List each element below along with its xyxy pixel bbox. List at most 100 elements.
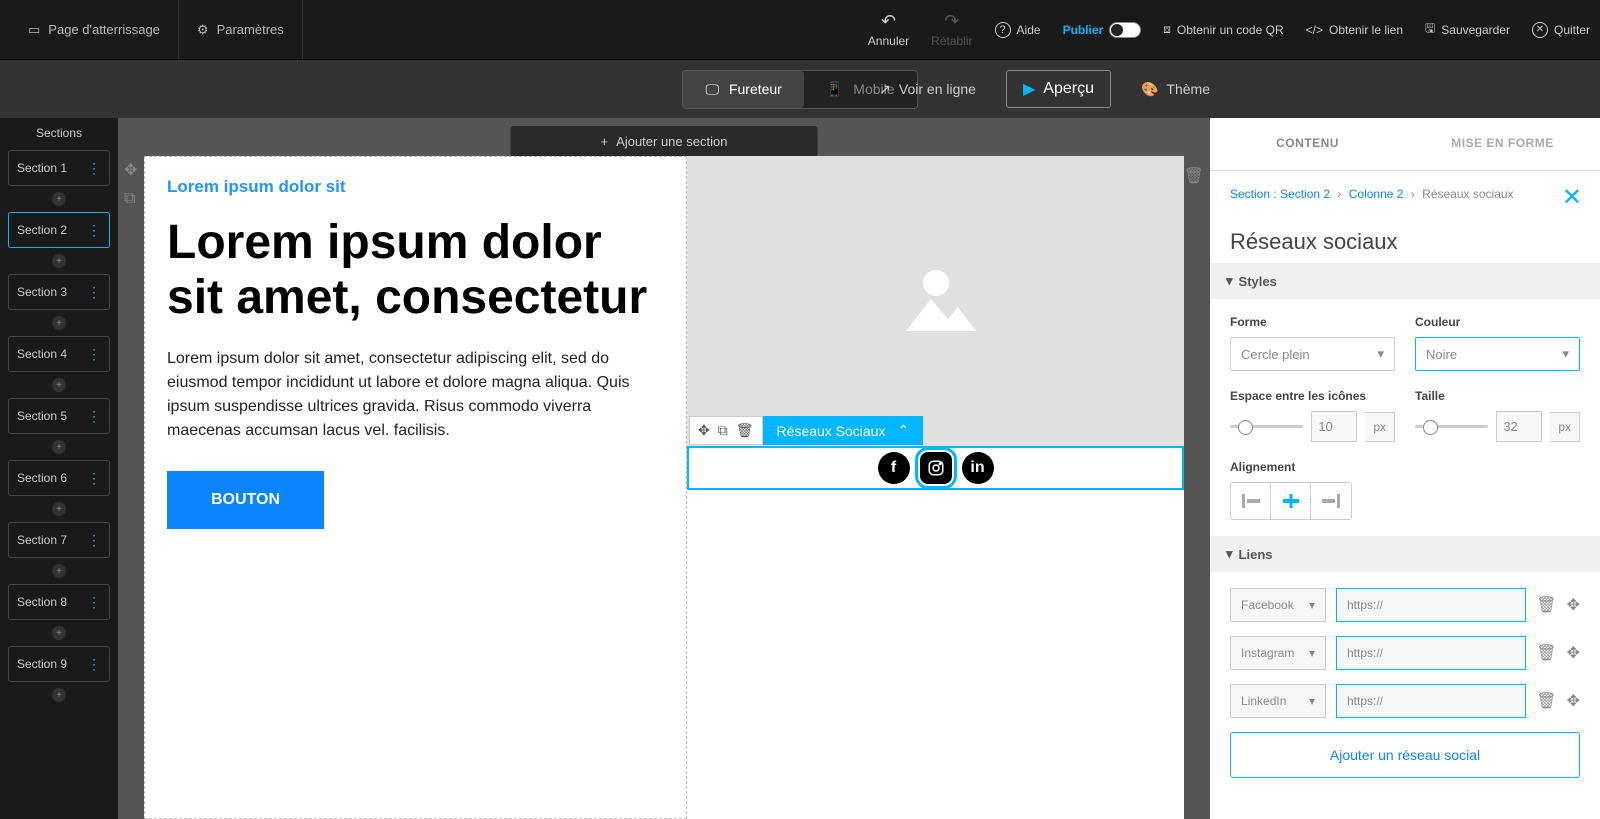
- undo-label: Annuler: [868, 34, 909, 48]
- theme-button[interactable]: 🎨 Thème: [1141, 81, 1210, 98]
- body-text[interactable]: Lorem ipsum dolor sit amet, consectetur …: [167, 347, 664, 443]
- settings-tab[interactable]: ⚙ Paramètres: [179, 0, 303, 59]
- landing-page-label: Page d'atterrissage: [48, 22, 160, 37]
- add-section-small[interactable]: +: [52, 502, 66, 516]
- link-network-select[interactable]: Instagram▾: [1230, 636, 1326, 670]
- spacing-slider[interactable]: [1230, 425, 1303, 428]
- drag-dots-icon[interactable]: ⋮: [87, 662, 101, 666]
- links-head-label: Liens: [1239, 547, 1273, 562]
- drag-dots-icon[interactable]: ⋮: [87, 414, 101, 418]
- canvas[interactable]: Lorem ipsum dolor sit Lorem ipsum dolor …: [144, 156, 1184, 819]
- redo-button[interactable]: ↷ Rétablir: [931, 11, 972, 48]
- section-item-7[interactable]: Section 7⋮: [8, 522, 110, 558]
- trash-icon[interactable]: 🗑: [1536, 643, 1556, 663]
- link-network-select[interactable]: LinkedIn▾: [1230, 684, 1326, 718]
- get-link-button[interactable]: </> Obtenir le lien: [1306, 23, 1403, 37]
- size-input[interactable]: [1496, 411, 1542, 442]
- duplicate-icon[interactable]: ⧉: [718, 422, 728, 439]
- help-button[interactable]: ? Aide: [995, 22, 1041, 38]
- link-url-input[interactable]: [1336, 636, 1526, 670]
- drag-dots-icon[interactable]: ⋮: [87, 352, 101, 356]
- section-item-8[interactable]: Section 8⋮: [8, 584, 110, 620]
- trash-icon[interactable]: 🗑: [736, 422, 754, 439]
- drag-dots-icon[interactable]: ⋮: [87, 290, 101, 294]
- link-network-select[interactable]: Facebook▾: [1230, 588, 1326, 622]
- move-icon[interactable]: ✥: [1567, 643, 1580, 663]
- move-icon[interactable]: ✥: [1567, 691, 1580, 711]
- add-section-small[interactable]: +: [52, 626, 66, 640]
- delete-section-button[interactable]: 🗑: [1184, 166, 1204, 186]
- add-section-small[interactable]: +: [52, 254, 66, 268]
- breadcrumb-column[interactable]: Colonne 2: [1349, 187, 1404, 201]
- close-panel-button[interactable]: ✕: [1562, 183, 1582, 212]
- link-url-input[interactable]: [1336, 588, 1526, 622]
- social-block[interactable]: ✥ ⧉ 🗑 Réseaux Sociaux ⌃ f in: [687, 446, 1184, 490]
- tab-format[interactable]: MISE EN FORME: [1405, 118, 1600, 170]
- section-label: Section 3: [17, 285, 67, 299]
- publish-toggle[interactable]: Publier: [1063, 22, 1142, 38]
- drag-dots-icon[interactable]: ⋮: [87, 476, 101, 480]
- add-section-small[interactable]: +: [52, 688, 66, 702]
- trash-icon[interactable]: 🗑: [1536, 691, 1556, 711]
- trash-icon[interactable]: 🗑: [1536, 595, 1556, 615]
- undo-button[interactable]: ↶ Annuler: [868, 11, 909, 48]
- view-online-button[interactable]: ↗ Voir en ligne: [879, 81, 976, 98]
- duplicate-icon[interactable]: ⧉: [124, 190, 137, 208]
- align-right-button[interactable]: [1311, 483, 1351, 519]
- section-item-3[interactable]: Section 3 ⋮: [8, 274, 110, 310]
- save-button[interactable]: 🖫 Sauvegarder: [1425, 19, 1510, 40]
- link-url-input[interactable]: [1336, 684, 1526, 718]
- section-item-6[interactable]: Section 6⋮: [8, 460, 110, 496]
- toggle-switch[interactable]: [1109, 22, 1141, 38]
- linkedin-icon[interactable]: in: [962, 452, 994, 484]
- chevron-right-icon: ›: [1337, 187, 1341, 201]
- shape-select[interactable]: Cercle plein ▾: [1230, 337, 1395, 371]
- color-select[interactable]: Noire ▾: [1415, 337, 1580, 371]
- align-center-button[interactable]: [1271, 483, 1311, 519]
- drag-dots-icon[interactable]: ⋮: [87, 538, 101, 542]
- landing-page-tab[interactable]: ▭ Page d'atterrissage: [10, 0, 179, 59]
- preview-button[interactable]: ▶ Aperçu: [1006, 70, 1111, 108]
- column-right[interactable]: ✥ ⧉ 🗑 Réseaux Sociaux ⌃ f in: [687, 156, 1184, 819]
- section-item-2[interactable]: Section 2⋮: [8, 212, 110, 248]
- instagram-icon[interactable]: [920, 452, 952, 484]
- section-item-4[interactable]: Section 4⋮: [8, 336, 110, 372]
- facebook-icon[interactable]: f: [878, 452, 910, 484]
- styles-accordion-head[interactable]: ▾ Styles: [1210, 263, 1600, 299]
- links-accordion-head[interactable]: ▾ Liens: [1210, 536, 1600, 572]
- move-icon[interactable]: ✥: [124, 160, 137, 180]
- align-left-button[interactable]: [1231, 483, 1271, 519]
- tab-content[interactable]: CONTENU: [1210, 118, 1405, 170]
- move-icon[interactable]: ✥: [698, 422, 710, 439]
- add-section-small[interactable]: +: [52, 192, 66, 206]
- column-left[interactable]: Lorem ipsum dolor sit Lorem ipsum dolor …: [144, 156, 687, 819]
- section-item-1[interactable]: Section 1⋮: [8, 150, 110, 186]
- external-link-icon: ↗: [879, 81, 891, 98]
- drag-dots-icon[interactable]: ⋮: [87, 600, 101, 604]
- shape-value: Cercle plein: [1241, 347, 1310, 362]
- social-block-label[interactable]: Réseaux Sociaux ⌃: [763, 416, 924, 445]
- chevron-down-icon: ▾: [1562, 346, 1569, 362]
- quit-button[interactable]: ✕ Quitter: [1532, 22, 1590, 38]
- headline-text[interactable]: Lorem ipsum dolor sit amet, consectetur: [167, 215, 664, 325]
- eyebrow-text[interactable]: Lorem ipsum dolor sit: [167, 177, 664, 197]
- image-placeholder[interactable]: [687, 156, 1184, 446]
- drag-dots-icon[interactable]: ⋮: [87, 166, 101, 170]
- add-section-small[interactable]: +: [52, 378, 66, 392]
- link-network-value: LinkedIn: [1241, 694, 1286, 708]
- size-slider[interactable]: [1415, 425, 1488, 428]
- add-section-button[interactable]: + Ajouter une section: [511, 126, 818, 157]
- move-icon[interactable]: ✥: [1567, 595, 1580, 615]
- browser-device-button[interactable]: 🖵 Fureteur: [683, 71, 803, 108]
- drag-dots-icon[interactable]: ⋮: [87, 228, 101, 232]
- add-social-button[interactable]: Ajouter un réseau social: [1230, 732, 1580, 778]
- qr-button[interactable]: ⧈ Obtenir un code QR: [1163, 22, 1283, 37]
- spacing-input[interactable]: [1311, 411, 1357, 442]
- add-section-small[interactable]: +: [52, 316, 66, 330]
- add-section-small[interactable]: +: [52, 440, 66, 454]
- add-section-small[interactable]: +: [52, 564, 66, 578]
- cta-button[interactable]: BOUTON: [167, 471, 324, 529]
- section-item-9[interactable]: Section 9⋮: [8, 646, 110, 682]
- breadcrumb-section[interactable]: Section : Section 2: [1230, 187, 1330, 201]
- section-item-5[interactable]: Section 5⋮: [8, 398, 110, 434]
